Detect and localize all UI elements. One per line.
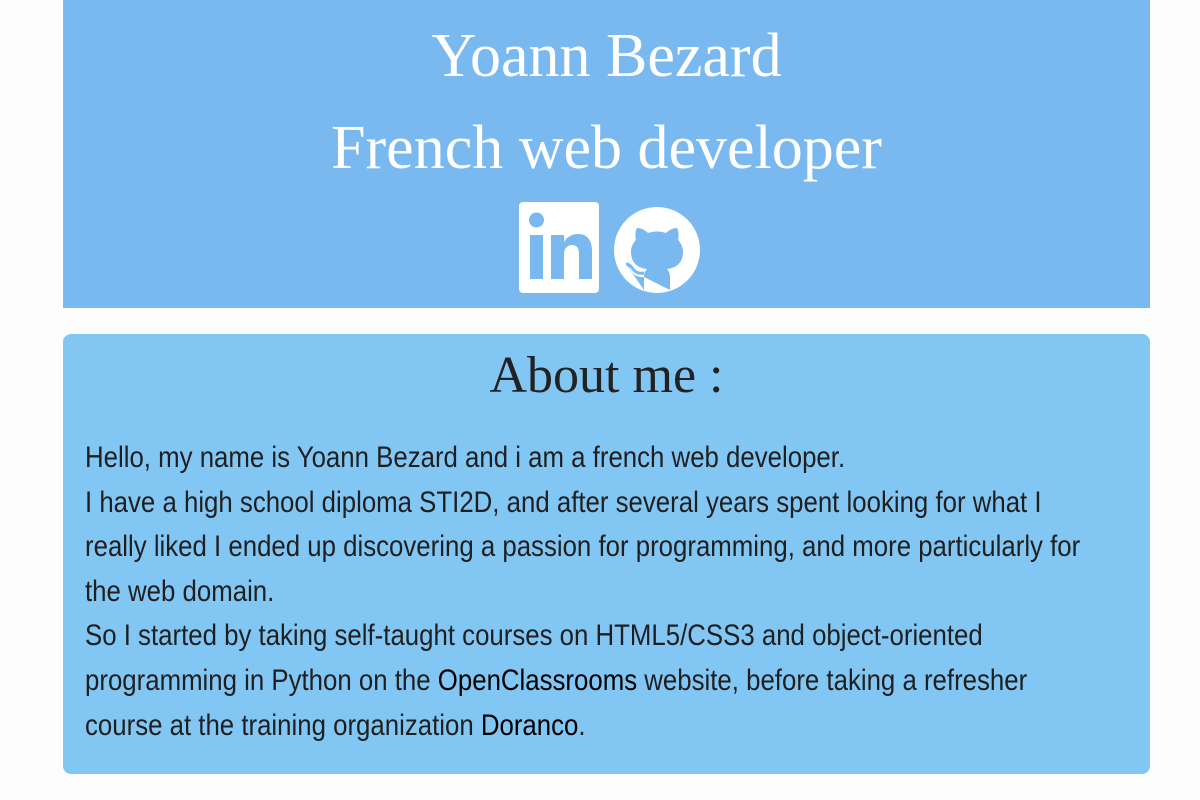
paragraph-line: I have a high school diploma STI2D, and …: [85, 481, 1108, 615]
subtitle: French web developer: [331, 114, 882, 182]
doranco-link[interactable]: Doranco: [481, 709, 579, 742]
linkedin-icon: [518, 202, 599, 293]
about-section: About me : Hello, my name is Yoann Bezar…: [63, 334, 1150, 774]
openclassrooms-link[interactable]: OpenClassrooms: [438, 664, 637, 697]
paragraph-line: So I started by taking self-taught cours…: [85, 614, 1108, 748]
github-link[interactable]: [613, 198, 700, 294]
paragraph-text: I have a high school diploma STI2D, and …: [85, 485, 1081, 608]
paragraph-line: Hello, my name is Yoann Bezard and i am …: [85, 441, 846, 474]
about-text: Hello, my name is Yoann Bezard and i am …: [85, 436, 1134, 748]
page-title: Yoann Bezard: [431, 22, 782, 90]
paragraph-text: .: [578, 708, 586, 742]
linkedin-link[interactable]: [518, 198, 601, 294]
section-title: About me :: [489, 347, 724, 404]
social-links: [63, 198, 1150, 294]
profile-header: Yoann Bezard French web developer: [63, 0, 1150, 308]
github-icon: [613, 207, 700, 293]
